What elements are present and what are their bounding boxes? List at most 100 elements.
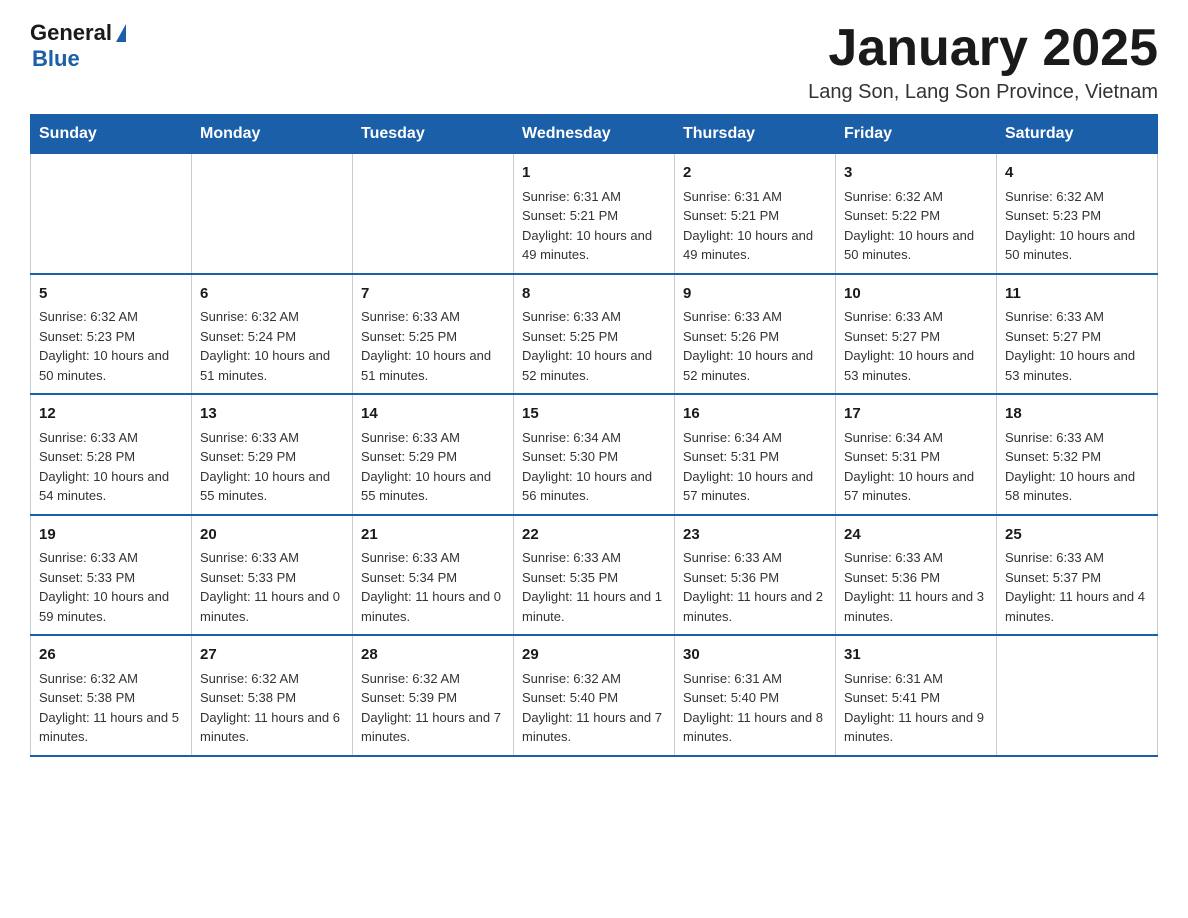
day-number: 18 [1005, 403, 1149, 426]
day-info: Sunrise: 6:33 AM [683, 548, 827, 568]
day-info: Daylight: 10 hours and 50 minutes. [1005, 226, 1149, 265]
day-number: 8 [522, 283, 666, 306]
day-info: Sunset: 5:29 PM [361, 447, 505, 467]
day-number: 13 [200, 403, 344, 426]
calendar-cell: 1Sunrise: 6:31 AMSunset: 5:21 PMDaylight… [514, 154, 675, 274]
day-info: Daylight: 11 hours and 7 minutes. [361, 708, 505, 747]
day-info: Sunrise: 6:33 AM [1005, 548, 1149, 568]
calendar-title: January 2025 [808, 20, 1158, 77]
day-number: 11 [1005, 283, 1149, 306]
day-info: Daylight: 11 hours and 2 minutes. [683, 587, 827, 626]
calendar-header-monday: Monday [192, 115, 353, 154]
day-number: 15 [522, 403, 666, 426]
day-number: 14 [361, 403, 505, 426]
day-info: Sunset: 5:34 PM [361, 568, 505, 588]
day-info: Sunrise: 6:32 AM [1005, 187, 1149, 207]
day-number: 7 [361, 283, 505, 306]
day-info: Sunset: 5:38 PM [39, 688, 183, 708]
day-number: 10 [844, 283, 988, 306]
day-info: Sunset: 5:32 PM [1005, 447, 1149, 467]
calendar-cell: 31Sunrise: 6:31 AMSunset: 5:41 PMDayligh… [836, 635, 997, 756]
day-info: Daylight: 10 hours and 49 minutes. [522, 226, 666, 265]
calendar-cell: 2Sunrise: 6:31 AMSunset: 5:21 PMDaylight… [675, 154, 836, 274]
day-info: Sunrise: 6:33 AM [844, 548, 988, 568]
day-info: Daylight: 10 hours and 59 minutes. [39, 587, 183, 626]
calendar-cell: 21Sunrise: 6:33 AMSunset: 5:34 PMDayligh… [353, 515, 514, 636]
day-info: Sunset: 5:31 PM [683, 447, 827, 467]
day-info: Daylight: 10 hours and 53 minutes. [844, 346, 988, 385]
calendar-cell [997, 635, 1158, 756]
day-info: Sunset: 5:31 PM [844, 447, 988, 467]
calendar-subtitle: Lang Son, Lang Son Province, Vietnam [808, 81, 1158, 104]
week-row-3: 12Sunrise: 6:33 AMSunset: 5:28 PMDayligh… [31, 394, 1158, 515]
day-info: Daylight: 10 hours and 56 minutes. [522, 467, 666, 506]
calendar-cell: 24Sunrise: 6:33 AMSunset: 5:36 PMDayligh… [836, 515, 997, 636]
day-info: Daylight: 11 hours and 8 minutes. [683, 708, 827, 747]
day-info: Sunrise: 6:32 AM [39, 669, 183, 689]
calendar-cell: 7Sunrise: 6:33 AMSunset: 5:25 PMDaylight… [353, 274, 514, 395]
day-info: Sunrise: 6:33 AM [1005, 428, 1149, 448]
calendar-cell: 14Sunrise: 6:33 AMSunset: 5:29 PMDayligh… [353, 394, 514, 515]
day-number: 26 [39, 644, 183, 667]
day-number: 25 [1005, 524, 1149, 547]
calendar-cell [353, 154, 514, 274]
calendar-cell: 23Sunrise: 6:33 AMSunset: 5:36 PMDayligh… [675, 515, 836, 636]
calendar-cell: 5Sunrise: 6:32 AMSunset: 5:23 PMDaylight… [31, 274, 192, 395]
calendar-cell: 18Sunrise: 6:33 AMSunset: 5:32 PMDayligh… [997, 394, 1158, 515]
day-info: Sunrise: 6:34 AM [522, 428, 666, 448]
calendar-cell: 12Sunrise: 6:33 AMSunset: 5:28 PMDayligh… [31, 394, 192, 515]
day-info: Sunrise: 6:33 AM [39, 548, 183, 568]
day-info: Daylight: 11 hours and 3 minutes. [844, 587, 988, 626]
day-info: Sunrise: 6:33 AM [522, 548, 666, 568]
calendar-cell: 30Sunrise: 6:31 AMSunset: 5:40 PMDayligh… [675, 635, 836, 756]
day-info: Daylight: 10 hours and 51 minutes. [361, 346, 505, 385]
day-number: 5 [39, 283, 183, 306]
day-info: Sunset: 5:33 PM [200, 568, 344, 588]
day-number: 22 [522, 524, 666, 547]
day-info: Sunrise: 6:33 AM [200, 428, 344, 448]
day-info: Daylight: 11 hours and 4 minutes. [1005, 587, 1149, 626]
page-header: General Blue January 2025 Lang Son, Lang… [30, 20, 1158, 104]
calendar-header-thursday: Thursday [675, 115, 836, 154]
day-info: Sunrise: 6:32 AM [200, 307, 344, 327]
calendar-cell: 3Sunrise: 6:32 AMSunset: 5:22 PMDaylight… [836, 154, 997, 274]
day-number: 9 [683, 283, 827, 306]
day-info: Sunrise: 6:32 AM [522, 669, 666, 689]
calendar-cell: 20Sunrise: 6:33 AMSunset: 5:33 PMDayligh… [192, 515, 353, 636]
day-info: Sunset: 5:33 PM [39, 568, 183, 588]
day-info: Sunset: 5:35 PM [522, 568, 666, 588]
day-info: Sunset: 5:40 PM [683, 688, 827, 708]
calendar-cell: 26Sunrise: 6:32 AMSunset: 5:38 PMDayligh… [31, 635, 192, 756]
calendar-cell: 28Sunrise: 6:32 AMSunset: 5:39 PMDayligh… [353, 635, 514, 756]
calendar-header-sunday: Sunday [31, 115, 192, 154]
calendar-cell: 6Sunrise: 6:32 AMSunset: 5:24 PMDaylight… [192, 274, 353, 395]
logo-triangle-icon [116, 24, 126, 42]
day-info: Daylight: 11 hours and 9 minutes. [844, 708, 988, 747]
day-number: 30 [683, 644, 827, 667]
day-info: Daylight: 10 hours and 55 minutes. [200, 467, 344, 506]
day-info: Daylight: 11 hours and 6 minutes. [200, 708, 344, 747]
calendar-cell [31, 154, 192, 274]
day-info: Sunrise: 6:33 AM [361, 428, 505, 448]
day-number: 21 [361, 524, 505, 547]
calendar-cell: 22Sunrise: 6:33 AMSunset: 5:35 PMDayligh… [514, 515, 675, 636]
day-number: 23 [683, 524, 827, 547]
calendar-cell: 10Sunrise: 6:33 AMSunset: 5:27 PMDayligh… [836, 274, 997, 395]
day-info: Sunrise: 6:32 AM [844, 187, 988, 207]
day-info: Sunset: 5:24 PM [200, 327, 344, 347]
day-info: Sunset: 5:23 PM [39, 327, 183, 347]
calendar-cell: 9Sunrise: 6:33 AMSunset: 5:26 PMDaylight… [675, 274, 836, 395]
calendar-cell [192, 154, 353, 274]
day-info: Daylight: 10 hours and 54 minutes. [39, 467, 183, 506]
day-number: 24 [844, 524, 988, 547]
calendar-cell: 15Sunrise: 6:34 AMSunset: 5:30 PMDayligh… [514, 394, 675, 515]
day-info: Sunset: 5:27 PM [1005, 327, 1149, 347]
calendar-cell: 17Sunrise: 6:34 AMSunset: 5:31 PMDayligh… [836, 394, 997, 515]
day-info: Sunrise: 6:33 AM [522, 307, 666, 327]
day-info: Daylight: 10 hours and 50 minutes. [39, 346, 183, 385]
day-number: 12 [39, 403, 183, 426]
day-info: Sunrise: 6:33 AM [361, 307, 505, 327]
day-info: Sunset: 5:39 PM [361, 688, 505, 708]
day-info: Daylight: 10 hours and 49 minutes. [683, 226, 827, 265]
day-number: 2 [683, 162, 827, 185]
